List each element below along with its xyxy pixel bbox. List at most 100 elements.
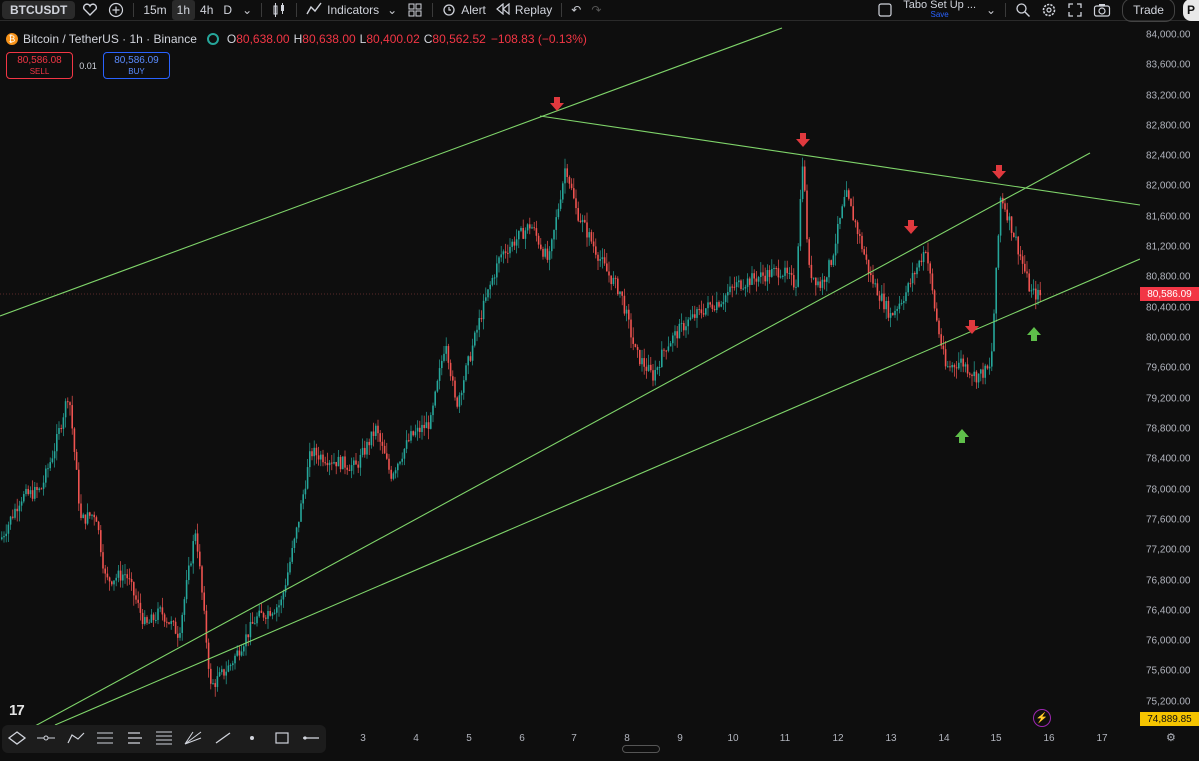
trendline-icon[interactable] [35,731,57,748]
symbol-favorite-icon[interactable] [77,0,103,20]
dot-icon[interactable] [241,731,263,748]
candle-body [716,302,718,311]
trendline[interactable] [0,152,1091,731]
rectangle-icon[interactable] [271,731,293,748]
redo-icon[interactable]: ↷ [586,0,606,20]
text-icon[interactable] [153,731,175,748]
horizontal-line-icon[interactable] [300,731,322,748]
price-chart[interactable] [0,21,1140,731]
candle-body [711,304,714,309]
pattern-icon[interactable] [124,731,146,748]
candle-body [731,286,733,288]
save-label: Save [930,10,949,19]
date-tick: 8 [624,733,630,744]
candle-body [588,232,590,238]
candle-body [815,277,817,286]
publish-button[interactable]: P [1182,0,1199,21]
alarm-clock-icon [442,2,456,19]
bottom-timeframe-strip [0,754,1199,761]
candle-body [845,190,848,197]
candle-body [634,343,637,348]
crosshair-icon[interactable] [6,730,28,748]
candle-body [458,395,461,407]
tradingview-logo[interactable]: 17 [9,702,25,719]
candle-body [674,331,676,336]
interval-1h-button[interactable]: 1h [171,0,196,20]
date-tick: 10 [727,733,739,744]
candle-body [599,259,601,261]
trendline[interactable] [54,258,1140,726]
layout-checkbox-icon[interactable] [872,0,898,20]
candle-body [218,672,221,677]
candle-body [78,469,80,504]
candle-body [31,490,34,499]
layout-grid-icon[interactable] [402,0,428,20]
arrow-down-marker[interactable] [904,220,918,234]
arrow-down-marker[interactable] [965,320,979,334]
candle-body [148,622,150,624]
alert-button[interactable]: Alert [437,0,491,20]
candle-body [113,580,115,585]
candle-body [509,246,511,254]
candle-body [896,308,898,311]
add-symbol-icon[interactable] [103,0,129,20]
market-status-icon[interactable] [206,33,219,45]
candle-body [724,295,727,303]
arrow-down-marker[interactable] [992,165,1006,179]
arrow-up-marker[interactable] [955,429,969,443]
layout-chevron-icon[interactable]: ⌄ [981,0,1001,20]
undo-icon[interactable]: ↶ [566,0,586,20]
interval-15m-button[interactable]: 15m [138,0,171,20]
brush-icon[interactable] [65,731,87,748]
buy-button[interactable]: 80,586.09 BUY [103,52,170,79]
symbol-title[interactable]: Bitcoin / TetherUS · 1h · Binance [23,32,197,46]
indicators-button[interactable]: Indicators ⌄ [301,0,402,20]
settings-gear-icon[interactable] [1036,0,1062,20]
quick-search-icon[interactable] [1010,0,1036,20]
candle-body [454,380,456,398]
candle-body [276,607,278,613]
candle-body [124,574,126,576]
candle-body [337,456,340,467]
interval-4h-button[interactable]: 4h [195,0,218,20]
fib-icon[interactable] [94,731,116,748]
fullscreen-icon[interactable] [1062,0,1088,20]
candle-body [564,168,566,184]
candle-body [617,278,619,295]
candle-body [694,314,696,318]
candle-body [683,323,685,331]
sell-button[interactable]: 80,586.08 SELL [6,52,73,79]
candle-body [346,467,348,470]
interval-dropdown-chevron-icon[interactable]: ⌄ [237,0,257,20]
price-axis[interactable]: 84,000.00 83,600.00 83,200.00 82,800.00 … [1140,21,1199,731]
candle-body [53,451,56,459]
candle-body [348,469,351,471]
candle-body [69,402,71,406]
axis-settings-gear-icon[interactable]: ⚙ [1166,731,1176,744]
candle-body [720,304,722,307]
interval-1d-button[interactable]: D [218,0,237,20]
projection-icon[interactable] [182,731,204,748]
lightning-icon[interactable]: ⚡ [1033,709,1051,727]
candle-body [199,551,201,567]
layout-save-button[interactable]: Tabo Set Up ... Save [898,0,981,20]
replay-button[interactable]: Replay [491,0,557,20]
candle-body [353,460,355,466]
arrow-down-marker[interactable] [796,133,810,147]
symbol-search-button[interactable]: BTCUSDT [2,1,76,19]
time-scroll-handle[interactable] [622,745,660,753]
trade-button[interactable]: Trade [1122,0,1175,22]
measure-icon[interactable] [212,731,234,748]
candle-body [135,595,137,600]
candle-body [225,671,227,676]
candle-body [760,272,762,278]
candle-body [744,286,747,289]
trendline[interactable] [539,115,1140,206]
candle-body [665,350,667,352]
candle-style-icon[interactable] [266,0,292,20]
candle-body [280,599,282,606]
candle-body [949,366,951,368]
arrow-up-marker[interactable] [1027,327,1041,341]
camera-snapshot-icon[interactable] [1088,0,1116,20]
candle-body [179,632,181,638]
